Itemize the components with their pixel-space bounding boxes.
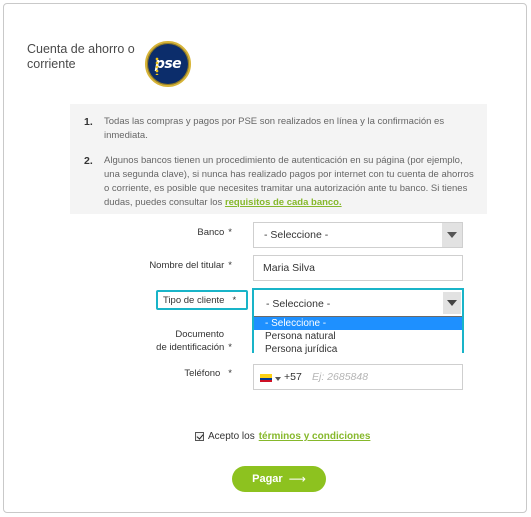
arrow-right-icon: ⟶ [288, 472, 306, 486]
bank-label: Banco * [154, 227, 232, 238]
info-item-1: 1. Todas las compras y pagos por PSE son… [84, 115, 474, 143]
phone-input[interactable]: +57 Ej: 2685848 [253, 364, 463, 390]
document-label-line1: Documento [175, 329, 224, 340]
bank-requirements-link[interactable]: requisitos de cada banco. [225, 197, 342, 208]
bank-select-toggle[interactable] [442, 223, 462, 247]
info-item-number: 1. [84, 116, 93, 128]
required-mark: * [228, 260, 232, 271]
chevron-down-icon [447, 300, 457, 306]
required-mark: * [228, 368, 232, 379]
phone-label: Teléfono * [154, 368, 232, 379]
pse-logo: pse [145, 41, 191, 87]
terms-link[interactable]: términos y condiciones [259, 431, 371, 442]
dial-code: +57 [284, 371, 302, 383]
info-item-number: 2. [84, 155, 93, 167]
client-type-select-value: - Seleccione - [266, 298, 331, 310]
bank-select[interactable]: - Seleccione - [253, 222, 463, 248]
info-box: 1. Todas las compras y pagos por PSE son… [70, 104, 487, 214]
client-type-options: - Seleccione - Persona natural Persona j… [254, 316, 462, 356]
client-type-select[interactable]: - Seleccione - - Seleccione - Persona na… [252, 288, 464, 356]
info-item-text-wrapper: Algunos bancos tienen un procedimiento d… [104, 154, 474, 210]
terms-checkbox[interactable] [195, 432, 204, 441]
holder-name-input[interactable]: Maria Silva [253, 255, 463, 281]
client-type-label-text: Tipo de cliente [163, 295, 225, 306]
phone-label-text: Teléfono [184, 368, 221, 379]
bank-label-text: Banco [197, 227, 225, 238]
bank-select-value: - Seleccione - [264, 229, 329, 241]
required-mark: * [228, 342, 232, 353]
colombia-flag-icon[interactable] [260, 374, 272, 382]
chevron-down-icon [447, 232, 457, 238]
phone-placeholder: Ej: 2685848 [312, 371, 369, 383]
document-label: Documento de identificación * [134, 328, 232, 354]
payment-method-title: Cuenta de ahorro o corriente [27, 42, 135, 71]
caret-down-icon[interactable] [275, 377, 281, 381]
required-mark: * [228, 227, 232, 238]
holder-label-text: Nombre del titular [149, 260, 225, 271]
payment-panel: Cuenta de ahorro o corriente pse 1. Toda… [3, 3, 527, 513]
logo-dots-icon [155, 57, 159, 75]
client-type-select-toggle[interactable] [443, 292, 461, 314]
info-item-text: Todas las compras y pagos por PSE son re… [104, 116, 445, 141]
terms-prefix: Acepto los [208, 431, 255, 442]
info-item-2: 2. Algunos bancos tienen un procedimient… [84, 154, 474, 210]
pay-button-label: Pagar [252, 473, 283, 485]
client-type-option-juridica[interactable]: Persona jurídica [254, 343, 462, 356]
client-type-option-default[interactable]: - Seleccione - [254, 317, 462, 330]
required-mark: * [232, 295, 237, 306]
pay-button[interactable]: Pagar ⟶ [232, 466, 326, 492]
holder-label: Nombre del titular * [124, 260, 232, 271]
client-type-label: Tipo de cliente * [156, 290, 248, 310]
document-label-line2: de identificación [156, 342, 225, 353]
terms-row: Acepto los términos y condiciones [195, 431, 370, 442]
client-type-option-natural[interactable]: Persona natural [254, 330, 462, 343]
